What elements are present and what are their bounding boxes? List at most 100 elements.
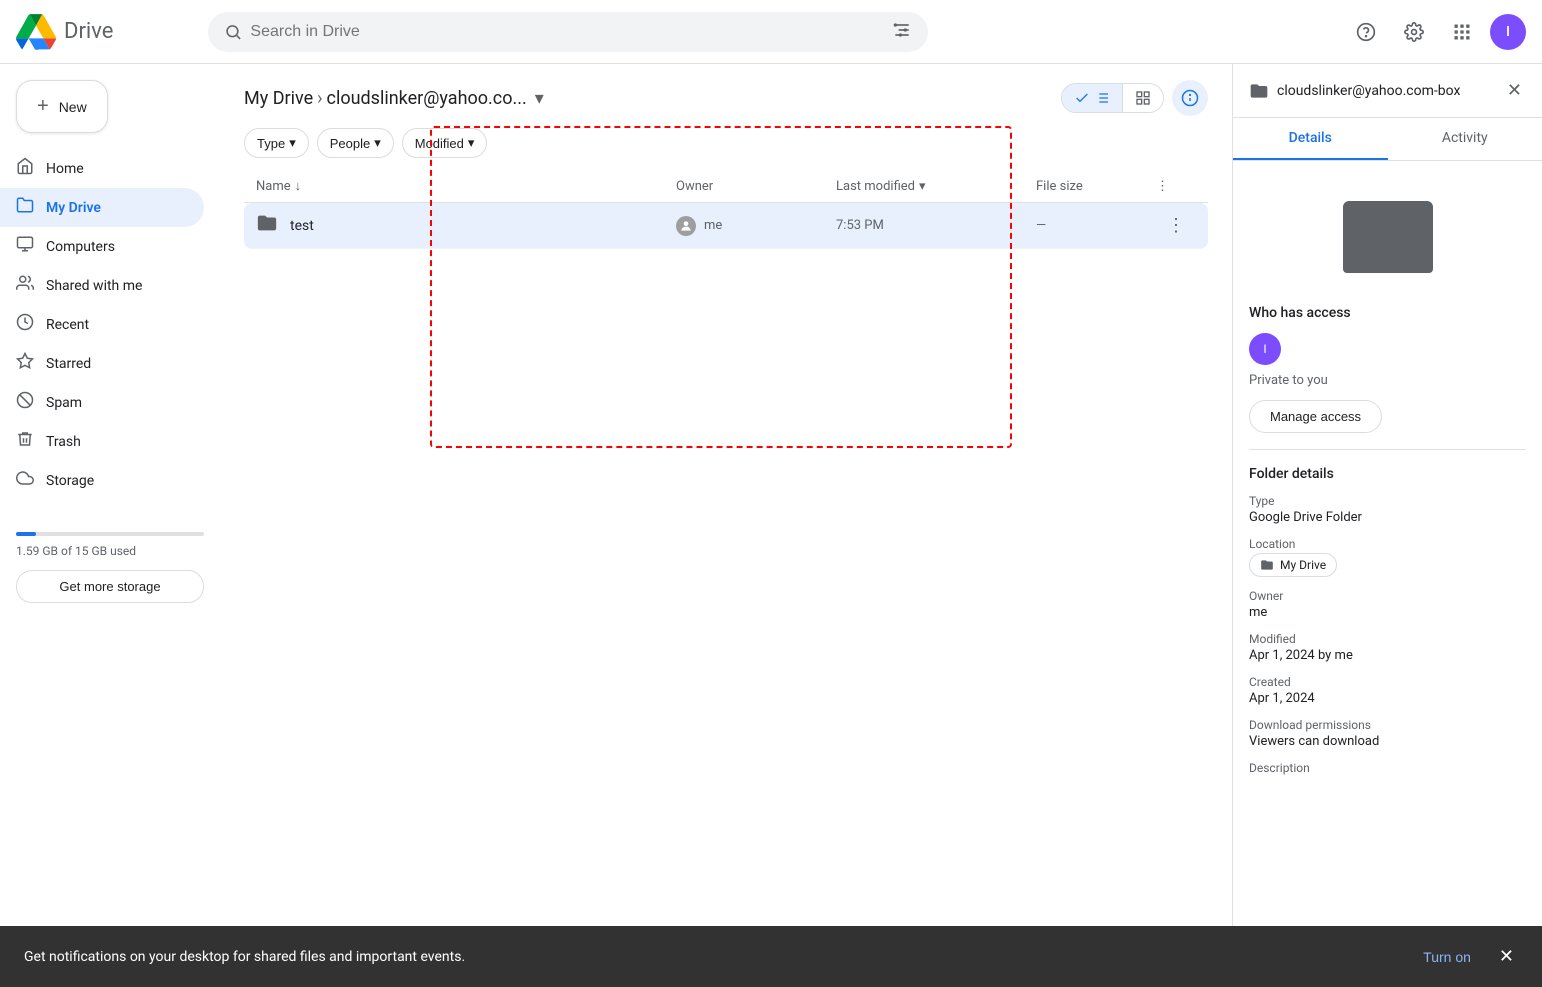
apps-button[interactable]	[1442, 12, 1482, 52]
owner-value: me	[1249, 605, 1526, 620]
list-icon	[1094, 90, 1110, 106]
type-filter[interactable]: Type ▾	[244, 128, 309, 158]
shared-icon	[16, 274, 34, 297]
new-button[interactable]: + New	[16, 80, 108, 133]
detail-created: Created Apr 1, 2024	[1249, 675, 1526, 706]
people-filter[interactable]: People ▾	[317, 128, 394, 158]
col-modified-header[interactable]: Last modified ▾	[836, 179, 1036, 194]
file-more-options[interactable]: ⋮	[1156, 211, 1196, 240]
search-bar[interactable]	[208, 12, 928, 52]
list-view-button[interactable]	[1062, 84, 1123, 112]
col-more-header[interactable]: ⋮	[1156, 179, 1196, 194]
type-filter-label: Type	[257, 136, 285, 151]
sidebar-item-mydrive[interactable]: My Drive	[0, 188, 204, 227]
grid-icon	[1135, 90, 1151, 106]
content: My Drive › cloudslinker@yahoo.co... ▾	[220, 64, 1232, 987]
col-size-header: File size	[1036, 179, 1156, 194]
get-storage-button[interactable]: Get more storage	[16, 570, 204, 603]
view-toggle	[1061, 83, 1164, 113]
created-label: Created	[1249, 675, 1526, 689]
modified-detail-label: Modified	[1249, 632, 1526, 646]
filter-bar: Type ▾ People ▾ Modified ▾	[220, 116, 1232, 170]
panel-header-content: cloudslinker@yahoo.com-box	[1249, 81, 1503, 101]
download-value: Viewers can download	[1249, 734, 1526, 749]
sidebar-item-computers[interactable]: Computers	[0, 227, 204, 266]
sidebar-item-home[interactable]: Home	[0, 149, 204, 188]
logo-area: Drive	[16, 12, 196, 52]
notification-close-button[interactable]: ✕	[1495, 942, 1518, 971]
file-name: test	[290, 218, 676, 234]
storage-section: 1.59 GB of 15 GB used Get more storage	[0, 508, 220, 619]
main-layout: + New Home My Drive	[0, 64, 1542, 987]
col-name-header[interactable]: Name ↓	[256, 178, 676, 194]
sidebar-item-spam[interactable]: Spam	[0, 383, 204, 422]
sidebar-item-recent[interactable]: Recent	[0, 305, 204, 344]
sort-icon: ↓	[295, 178, 302, 194]
modified-filter[interactable]: Modified ▾	[402, 128, 488, 158]
detail-location: Location My Drive	[1249, 537, 1526, 577]
location-label: Location	[1249, 537, 1526, 551]
type-value: Google Drive Folder	[1249, 510, 1526, 525]
owner-name: me	[704, 218, 722, 233]
description-label: Description	[1249, 761, 1526, 775]
breadcrumb-dropdown-icon[interactable]: ▾	[535, 88, 544, 109]
col-size-label: File size	[1036, 179, 1083, 194]
panel-close-button[interactable]: ✕	[1503, 76, 1526, 105]
grid-view-button[interactable]	[1123, 84, 1163, 112]
breadcrumb-root[interactable]: My Drive	[244, 88, 313, 109]
user-avatar[interactable]: I	[1490, 14, 1526, 50]
sort-modified-icon: ▾	[919, 179, 926, 194]
detail-description: Description	[1249, 761, 1526, 775]
search-icon	[224, 22, 242, 42]
notification-bar: Get notifications on your desktop for sh…	[0, 926, 1542, 987]
sidebar-item-shared[interactable]: Shared with me	[0, 266, 204, 305]
search-input[interactable]	[250, 23, 884, 41]
folder-icon	[256, 212, 278, 239]
sidebar-item-storage[interactable]: Storage	[0, 461, 204, 500]
panel-folder-icon	[1249, 81, 1269, 101]
col-owner-header: Owner	[676, 179, 836, 194]
storage-icon	[16, 469, 34, 492]
col-owner-label: Owner	[676, 179, 713, 194]
more-button[interactable]: ⋮	[1163, 211, 1189, 240]
sidebar-item-label-shared: Shared with me	[46, 278, 142, 294]
help-button[interactable]	[1346, 12, 1386, 52]
sidebar-item-starred[interactable]: Starred	[0, 344, 204, 383]
spam-icon	[16, 391, 34, 414]
col-modified-label: Last modified	[836, 179, 915, 194]
search-tune-icon[interactable]	[892, 20, 912, 44]
file-owner: me	[676, 216, 836, 236]
tab-details[interactable]: Details	[1233, 118, 1388, 160]
table-row[interactable]: test me 7:53 PM — ⋮	[244, 203, 1208, 249]
panel-header: cloudslinker@yahoo.com-box ✕	[1233, 64, 1542, 118]
content-header: My Drive › cloudslinker@yahoo.co... ▾	[220, 64, 1232, 116]
modified-dropdown-icon: ▾	[468, 135, 475, 151]
people-filter-label: People	[330, 136, 370, 151]
location-drive-icon	[1260, 558, 1274, 572]
computers-icon	[16, 235, 34, 258]
tab-activity[interactable]: Activity	[1388, 118, 1542, 160]
location-value: My Drive	[1249, 553, 1526, 577]
sidebar-item-label-trash: Trash	[46, 434, 81, 450]
manage-access-button[interactable]: Manage access	[1249, 400, 1382, 433]
sidebar-item-label-computers: Computers	[46, 239, 115, 255]
detail-download: Download permissions Viewers can downloa…	[1249, 718, 1526, 749]
owner-avatar-icon	[676, 216, 696, 236]
folder-details-title: Folder details	[1249, 466, 1526, 482]
info-icon	[1181, 89, 1199, 107]
location-chip[interactable]: My Drive	[1249, 553, 1337, 577]
settings-button[interactable]	[1394, 12, 1434, 52]
sidebar-item-label-spam: Spam	[46, 395, 82, 411]
panel-title: cloudslinker@yahoo.com-box	[1277, 83, 1503, 99]
people-dropdown-icon: ▾	[374, 135, 381, 151]
private-text: Private to you	[1249, 373, 1526, 388]
app-title: Drive	[64, 19, 113, 44]
sidebar-item-label-storage: Storage	[46, 473, 94, 489]
divider	[1249, 449, 1526, 450]
info-button[interactable]	[1172, 80, 1208, 116]
sidebar-item-trash[interactable]: Trash	[0, 422, 204, 461]
plus-icon: +	[37, 95, 49, 118]
turn-on-button[interactable]: Turn on	[1415, 945, 1479, 969]
content-wrapper: My Drive › cloudslinker@yahoo.co... ▾	[220, 64, 1232, 987]
access-user-avatar: I	[1249, 333, 1281, 365]
